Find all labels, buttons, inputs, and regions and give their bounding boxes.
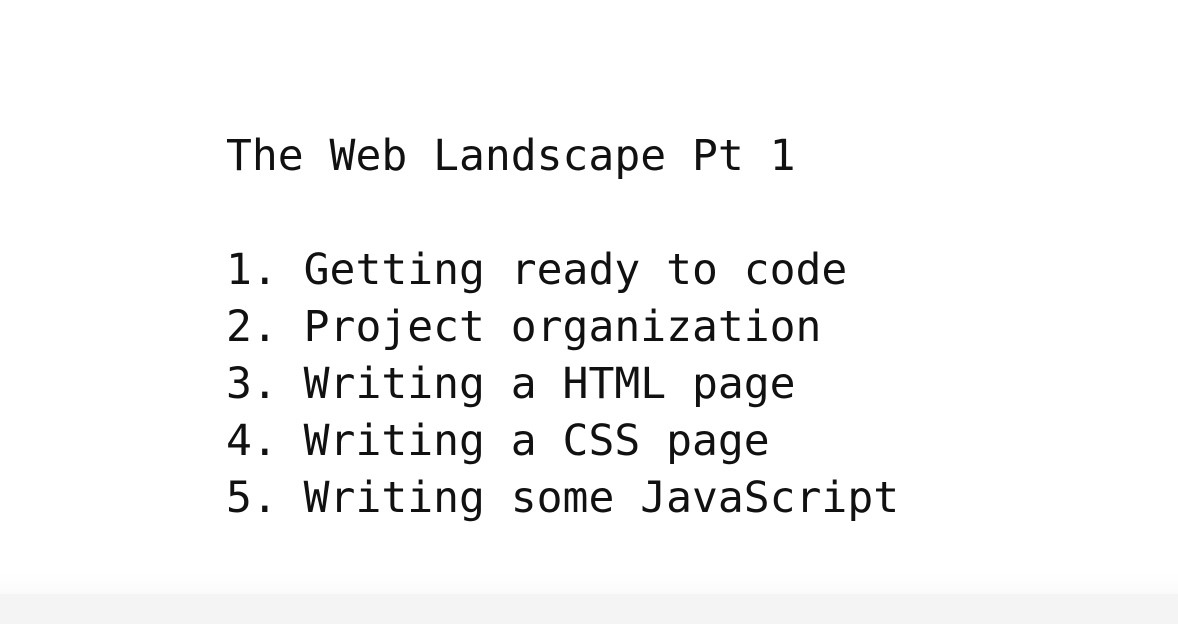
slide: The Web Landscape Pt 1 1. Getting ready … — [0, 0, 1178, 624]
agenda-item: 4. Writing a CSS page — [226, 413, 899, 470]
agenda-item-number: 1. — [226, 245, 278, 295]
agenda-item-number: 4. — [226, 416, 278, 466]
agenda-item-text: Writing some JavaScript — [303, 473, 900, 523]
agenda-item: 5. Writing some JavaScript — [226, 470, 899, 527]
slide-content: The Web Landscape Pt 1 1. Getting ready … — [226, 128, 899, 527]
agenda-item-text: Writing a CSS page — [303, 416, 770, 466]
agenda-item-text: Project organization — [303, 302, 822, 352]
agenda-list: 1. Getting ready to code 2. Project orga… — [226, 242, 899, 527]
agenda-item: 3. Writing a HTML page — [226, 356, 899, 413]
agenda-item: 1. Getting ready to code — [226, 242, 899, 299]
bottom-bar — [0, 594, 1178, 624]
agenda-item: 2. Project organization — [226, 299, 899, 356]
agenda-item-number: 5. — [226, 473, 278, 523]
agenda-item-text: Writing a HTML page — [303, 359, 796, 409]
slide-title: The Web Landscape Pt 1 — [226, 131, 796, 181]
agenda-item-number: 3. — [226, 359, 278, 409]
agenda-item-text: Getting ready to code — [303, 245, 848, 295]
agenda-item-number: 2. — [226, 302, 278, 352]
